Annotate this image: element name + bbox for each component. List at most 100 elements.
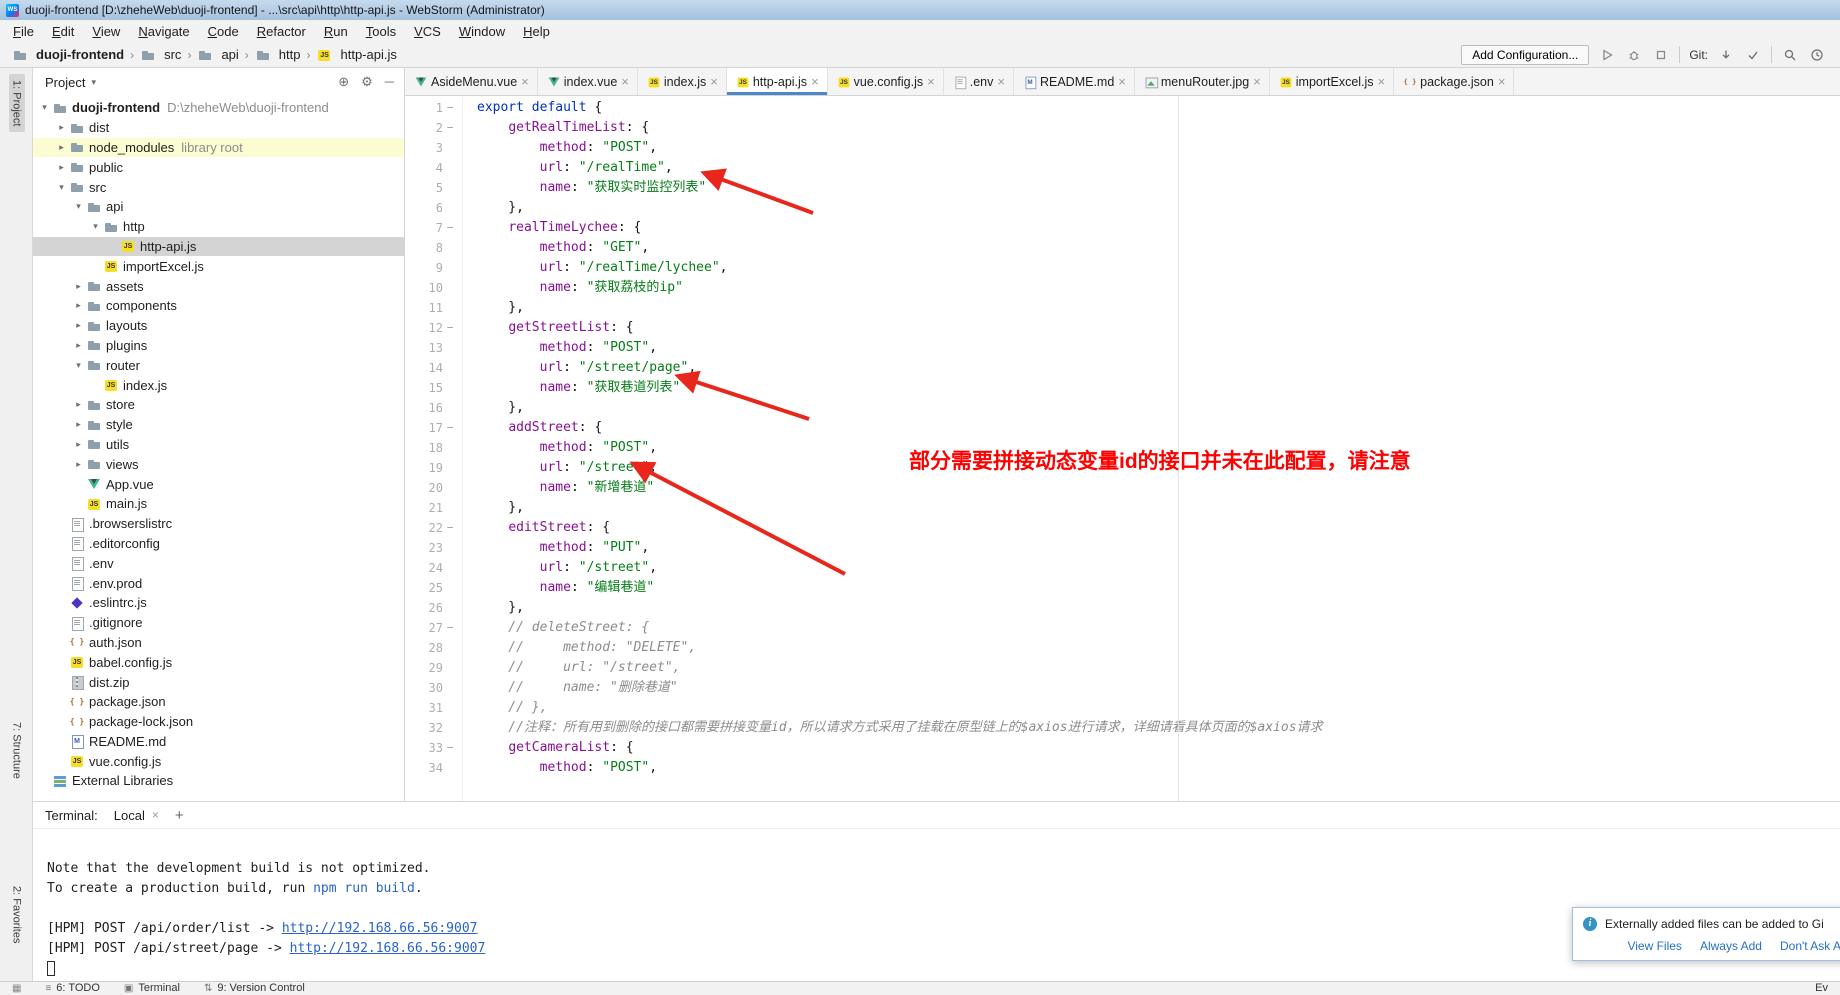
notification-action-always-add[interactable]: Always Add [1700,939,1762,953]
code-line[interactable]: // deleteStreet: { [477,618,1840,638]
project-panel-title[interactable]: Project [45,75,85,90]
breadcrumb-item-duoji-frontend[interactable]: duoji-frontend [10,47,126,63]
stop-icon[interactable] [1652,46,1670,64]
breadcrumb-item-api[interactable]: api [195,47,240,63]
code-line[interactable]: method: "PUT", [477,538,1840,558]
code-line[interactable]: url: "/street/page", [477,358,1840,378]
code-line[interactable]: // url: "/street", [477,658,1840,678]
code-line[interactable]: }, [477,298,1840,318]
code-line[interactable]: // }, [477,698,1840,718]
fold-icon[interactable]: − [443,738,457,758]
tab-http-api-js[interactable]: http-api.js× [727,68,828,95]
code-line[interactable]: }, [477,398,1840,418]
chevron-right-icon[interactable]: ▸ [71,459,86,470]
chevron-right-icon[interactable]: ▸ [54,162,69,173]
code-lines[interactable]: export default { getRealTimeList: { meth… [463,96,1840,801]
menu-help[interactable]: Help [514,22,559,41]
tree-item-editorconfig[interactable]: .editorconfig [33,534,404,554]
code-line[interactable]: getCameraList: { [477,738,1840,758]
code-line[interactable]: export default { [477,98,1840,118]
git-commit-icon[interactable] [1744,46,1762,64]
tree-item-components[interactable]: ▸components [33,296,404,316]
code-line[interactable]: url: "/street", [477,558,1840,578]
menu-tools[interactable]: Tools [357,22,405,41]
tree-item-style[interactable]: ▸style [33,415,404,435]
code-line[interactable]: name: "新增巷道" [477,478,1840,498]
tree-item-plugins[interactable]: ▸plugins [33,336,404,356]
chevron-right-icon[interactable]: ▸ [71,419,86,430]
close-icon[interactable]: × [710,74,718,89]
chevron-down-icon[interactable]: ▾ [71,360,86,371]
breadcrumb-item-src[interactable]: src [138,47,183,63]
code-line[interactable]: url: "/realTime", [477,158,1840,178]
tree-item-package-lock-json[interactable]: package-lock.json [33,712,404,732]
tree-item-store[interactable]: ▸store [33,395,404,415]
tree-item-http[interactable]: ▾http [33,217,404,237]
tree-item-src[interactable]: ▾src [33,177,404,197]
tool-window-switcher-icon[interactable]: ▦ [12,982,21,995]
fold-icon[interactable]: − [443,218,457,238]
chevron-right-icon[interactable]: ▸ [71,320,86,331]
menu-edit[interactable]: Edit [43,22,83,41]
tree-item-package-json[interactable]: package.json [33,692,404,712]
chevron-right-icon[interactable]: ▸ [71,281,86,292]
code-area[interactable]: 1−2−34567−89101112−1314151617−1819202122… [405,96,1840,801]
terminal-output[interactable]: Note that the development build is not o… [33,829,1840,979]
tree-item-api[interactable]: ▾api [33,197,404,217]
close-icon[interactable]: × [811,74,819,89]
status-9-version-control[interactable]: ⇅9: Version Control [204,982,305,995]
code-line[interactable]: addStreet: { [477,418,1840,438]
menu-navigate[interactable]: Navigate [129,22,198,41]
tree-item-env-prod[interactable]: .env.prod [33,573,404,593]
tree-item-dist-zip[interactable]: dist.zip [33,672,404,692]
close-icon[interactable]: × [521,74,529,89]
menu-refactor[interactable]: Refactor [248,22,315,41]
code-line[interactable]: getStreetList: { [477,318,1840,338]
tab-vue-config-js[interactable]: vue.config.js× [828,68,944,95]
tree-item-router[interactable]: ▾router [33,355,404,375]
chevron-down-icon[interactable]: ▾ [37,102,52,113]
status-6-todo[interactable]: ≡6: TODO [45,982,99,995]
tree-item-gitignore[interactable]: .gitignore [33,613,404,633]
tree-item-babel-config-js[interactable]: babel.config.js [33,652,404,672]
event-log-label[interactable]: Ev [1815,982,1828,995]
tree-item-importexcel-js[interactable]: importExcel.js [33,256,404,276]
tree-item-public[interactable]: ▸public [33,157,404,177]
close-icon[interactable]: × [621,74,629,89]
close-icon[interactable]: × [1253,74,1261,89]
code-line[interactable]: }, [477,598,1840,618]
tool-window-project[interactable]: 1: Project [0,74,33,132]
fold-icon[interactable]: − [443,518,457,538]
menu-code[interactable]: Code [199,22,248,41]
tree-item-env[interactable]: .env [33,553,404,573]
code-line[interactable]: method: "GET", [477,238,1840,258]
chevron-down-icon[interactable]: ▾ [71,201,86,212]
code-line[interactable]: realTimeLychee: { [477,218,1840,238]
chevron-right-icon[interactable]: ▸ [71,340,86,351]
fold-icon[interactable]: − [443,618,457,638]
tab-menurouter-jpg[interactable]: menuRouter.jpg× [1135,68,1270,95]
menu-file[interactable]: File [4,22,43,41]
tree-item-layouts[interactable]: ▸layouts [33,316,404,336]
add-configuration-button[interactable]: Add Configuration... [1461,45,1589,65]
tree-item-node-modules[interactable]: ▸node_moduleslibrary root [33,138,404,158]
notification-action-don-t-ask-agai[interactable]: Don't Ask Agai [1780,939,1840,953]
chevron-right-icon[interactable]: ▸ [71,399,86,410]
code-line[interactable]: method: "POST", [477,138,1840,158]
terminal-cursor[interactable] [47,961,55,976]
code-line[interactable]: //注释：所有用到删除的接口都需要拼接变量id，所以请求方式采用了挂载在原型链上… [477,718,1840,738]
git-update-icon[interactable] [1717,46,1735,64]
code-line[interactable]: name: "获取巷道列表" [477,378,1840,398]
tab-index-vue[interactable]: index.vue× [538,68,638,95]
tree-item-eslintrc-js[interactable]: .eslintrc.js [33,593,404,613]
code-line[interactable]: name: "编辑巷道" [477,578,1840,598]
run-icon[interactable] [1598,46,1616,64]
tree-item-dist[interactable]: ▸dist [33,118,404,138]
code-line[interactable]: name: "获取荔枝的ip" [477,278,1840,298]
code-line[interactable]: method: "POST", [477,338,1840,358]
tree-item-app-vue[interactable]: App.vue [33,474,404,494]
tree-item-http-api-js[interactable]: http-api.js [33,237,404,257]
tree-item-browserslistrc[interactable]: .browserslistrc [33,514,404,534]
chevron-down-icon[interactable]: ▾ [54,182,69,193]
code-line[interactable]: url: "/realTime/lychee", [477,258,1840,278]
